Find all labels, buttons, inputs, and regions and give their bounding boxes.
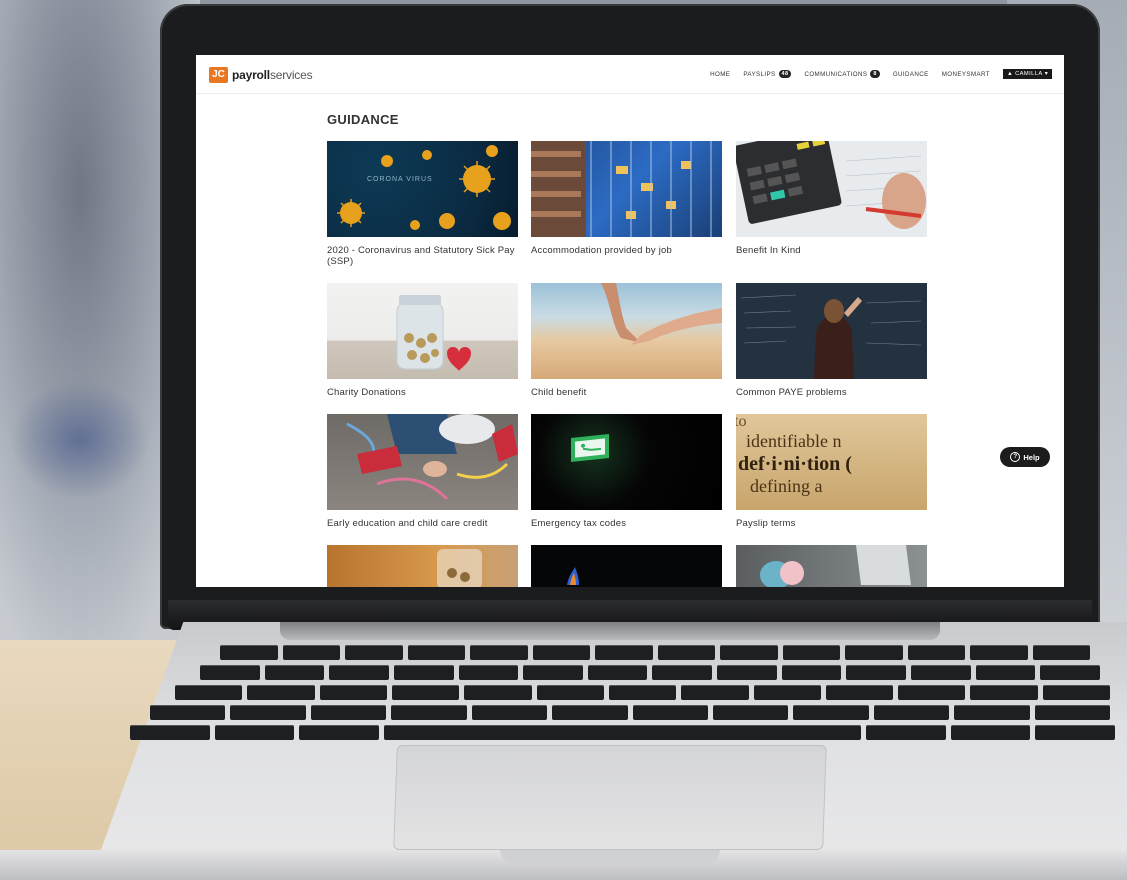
- calculator-illustration: [736, 141, 926, 229]
- card-label: Child benefit: [531, 387, 587, 398]
- chevron-down-icon: ▾: [1044, 71, 1048, 77]
- main-nav: HOME PAYSLIPS 48 COMMUNICATIONS 8 GUIDANCE…: [710, 69, 1052, 79]
- nav-communications[interactable]: COMMUNICATIONS 8: [804, 70, 880, 78]
- logo-mark-icon: JC: [209, 67, 228, 83]
- nav-guidance-label: GUIDANCE: [892, 70, 929, 78]
- guidance-card-early-education[interactable]: Early education and child care credit: [327, 414, 518, 529]
- communications-count-badge: 8: [870, 70, 880, 78]
- virus-illustration: CORONA VIRUS: [337, 145, 511, 230]
- dictionary-line-3: defining a: [750, 476, 822, 496]
- card-label: Early education and child care credit: [327, 518, 488, 529]
- guidance-card-accommodation[interactable]: Accommodation provided by job: [531, 141, 722, 256]
- apartment-building-image: [531, 141, 722, 237]
- dictionary-image: to identifiable n def·i·ni·tion ( defini…: [736, 414, 927, 510]
- guidance-card-paye-problems[interactable]: Common PAYE problems: [736, 283, 927, 398]
- guidance-card-payslip-terms[interactable]: to identifiable n def·i·ni·tion ( defini…: [736, 414, 927, 529]
- guidance-card-emergency-tax[interactable]: Emergency tax codes: [531, 414, 722, 529]
- exit-sign-illustration: [571, 434, 609, 462]
- nav-moneysmart[interactable]: MONEYSMART: [942, 71, 990, 78]
- logo-text-bold: payroll: [232, 68, 270, 82]
- nav-home[interactable]: HOME: [710, 71, 730, 78]
- logo-text-light: services: [269, 68, 313, 82]
- nav-payslips[interactable]: PAYSLIPS 48: [743, 70, 792, 78]
- guidance-card-partial-1[interactable]: [327, 545, 518, 587]
- card-label: Payslip terms: [736, 518, 796, 529]
- guidance-card-charity[interactable]: Charity Donations: [327, 283, 518, 398]
- savings-jar-illustration: [437, 549, 482, 587]
- guidance-card-child-benefit[interactable]: Child benefit: [531, 283, 722, 398]
- nav-moneysmart-label: MONEYSMART: [941, 70, 990, 78]
- card-label: Accommodation provided by job: [531, 245, 672, 256]
- card-label: Common PAYE problems: [736, 387, 847, 398]
- page-title: GUIDANCE: [327, 112, 399, 127]
- nav-home-label: HOME: [710, 70, 731, 78]
- nav-guidance[interactable]: GUIDANCE: [893, 71, 929, 78]
- card-label: Emergency tax codes: [531, 518, 627, 529]
- laptop-keyboard: [130, 645, 1115, 745]
- payslips-count-badge: 48: [778, 70, 792, 78]
- card-label: 2020 - Coronavirus and Statutory Sick Pa…: [327, 245, 515, 267]
- person-illustration: [760, 545, 911, 587]
- coin-jar-image: [327, 283, 518, 379]
- question-icon: ?: [1010, 452, 1021, 462]
- browser-screen: JC payrollservices HOME PAYSLIPS 48 COMMU…: [196, 55, 1064, 587]
- person-image: [736, 545, 927, 587]
- guidance-card-coronavirus[interactable]: CORONA VIRUS 2020 - Coronavirus and Stat…: [327, 141, 518, 267]
- laptop-notch: [500, 850, 720, 864]
- gas-flame-image: [531, 545, 722, 587]
- site-logo[interactable]: JC payrollservices: [209, 67, 313, 83]
- background-blur-accent: [10, 380, 150, 500]
- card-label: Benefit In Kind: [736, 245, 801, 256]
- user-menu-button[interactable]: ▲ CAMILLA ▾: [1002, 69, 1052, 79]
- site-header: JC payrollservices HOME PAYSLIPS 48 COMMU…: [196, 55, 1064, 94]
- svg-text:to: to: [736, 414, 746, 430]
- user-name: CAMILLA: [1015, 71, 1043, 77]
- nav-payslips-label: PAYSLIPS: [743, 70, 776, 78]
- jar-illustration: [396, 295, 471, 371]
- savings-jar-image: [327, 545, 518, 587]
- dictionary-line-1: identifiable n: [746, 431, 841, 451]
- chalkboard-image: [736, 283, 927, 379]
- building-illustration: [531, 141, 712, 237]
- logo-text: payrollservices: [232, 68, 313, 82]
- guidance-card-partial-2[interactable]: [531, 545, 722, 587]
- dictionary-line-2: def·i·ni·tion (: [738, 453, 852, 475]
- help-button[interactable]: ? Help: [1000, 447, 1050, 467]
- help-button-label: Help: [1023, 452, 1040, 462]
- dictionary-illustration: to identifiable n def·i·ni·tion ( defini…: [736, 414, 852, 496]
- card-label: Charity Donations: [327, 387, 406, 398]
- nav-communications-label: COMMUNICATIONS: [804, 70, 868, 78]
- exit-sign-image: [531, 414, 722, 510]
- coronavirus-image: CORONA VIRUS: [327, 141, 518, 237]
- flame-illustration: [567, 567, 579, 585]
- guidance-card-partial-3[interactable]: [736, 545, 927, 587]
- coronavirus-image-text: CORONA VIRUS: [367, 176, 433, 183]
- holding-hands-image: [531, 283, 722, 379]
- child-chalk-image: [327, 414, 518, 510]
- laptop-touchpad: [393, 745, 827, 850]
- chalk-illustration: [346, 414, 518, 501]
- chalkboard-illustration: [740, 294, 922, 379]
- calculator-image: [736, 141, 927, 237]
- laptop-hinge: [280, 622, 940, 640]
- hands-illustration: [601, 283, 722, 345]
- user-icon: ▲: [1006, 71, 1014, 77]
- guidance-card-benefit-in-kind[interactable]: Benefit In Kind: [736, 141, 927, 256]
